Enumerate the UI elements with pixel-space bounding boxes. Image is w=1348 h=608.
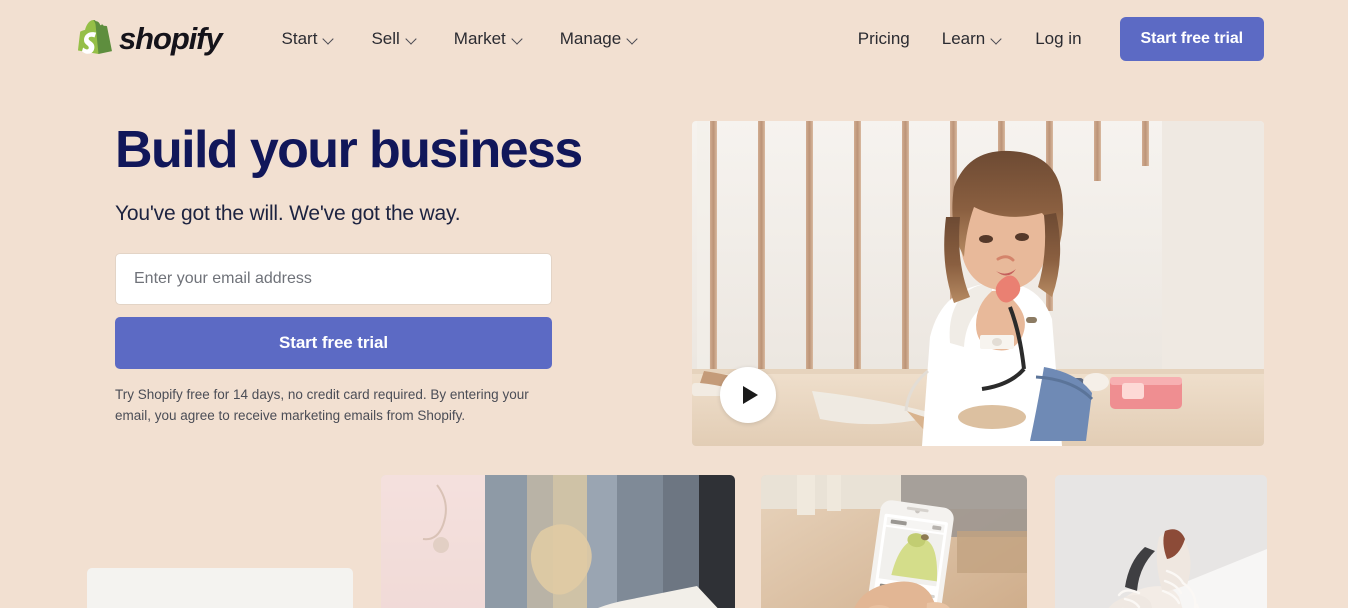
header-start-free-trial-button[interactable]: Start free trial bbox=[1119, 17, 1264, 61]
hero-video-thumbnail[interactable] bbox=[692, 121, 1264, 446]
hero-copy: Build your business You've got the will.… bbox=[115, 121, 585, 441]
chevron-down-icon bbox=[407, 34, 418, 45]
nav-item-label: Market bbox=[453, 29, 506, 48]
signup-form: Start free trial bbox=[115, 253, 552, 370]
nav-item-label: Manage bbox=[559, 29, 622, 48]
shopify-logo[interactable]: shopify bbox=[78, 19, 223, 59]
hero-section: Build your business You've got the will.… bbox=[0, 78, 1348, 468]
chevron-down-icon bbox=[992, 34, 1003, 45]
nav-item-sell[interactable]: Sell bbox=[353, 20, 435, 58]
email-input[interactable] bbox=[115, 253, 552, 306]
tablet-retail-card[interactable] bbox=[381, 475, 735, 608]
signup-disclaimer: Try Shopify free for 14 days, no credit … bbox=[115, 387, 529, 424]
play-icon bbox=[742, 386, 758, 404]
chevron-down-icon bbox=[324, 34, 335, 45]
nav-link-learn[interactable]: Learn bbox=[926, 20, 1019, 58]
hero-start-free-trial-button[interactable]: Start free trial bbox=[115, 317, 552, 370]
site-header: shopify Start Sell Market Manage Pricing… bbox=[0, 0, 1348, 78]
chevron-down-icon bbox=[513, 34, 524, 45]
nav-item-manage[interactable]: Manage bbox=[542, 20, 657, 58]
hero-subtitle: You've got the will. We've got the way. bbox=[115, 202, 461, 226]
nav-link-pricing[interactable]: Pricing bbox=[842, 20, 926, 58]
shopify-landing-page: shopify Start Sell Market Manage Pricing… bbox=[0, 0, 1348, 608]
page-title: Build your business bbox=[115, 121, 583, 179]
primary-navigation: Start Sell Market Manage bbox=[264, 20, 658, 58]
nav-link-label: Log in bbox=[1035, 29, 1082, 48]
nav-link-label: Pricing bbox=[857, 29, 910, 48]
brand-name: shopify bbox=[119, 21, 223, 56]
nav-item-start[interactable]: Start bbox=[264, 20, 354, 58]
chevron-down-icon bbox=[628, 34, 639, 45]
play-button[interactable] bbox=[720, 367, 776, 423]
phone-store-card[interactable] bbox=[761, 475, 1027, 608]
shoes-product-card[interactable] bbox=[1055, 475, 1267, 608]
nav-item-market[interactable]: Market bbox=[436, 20, 542, 58]
nav-item-label: Sell bbox=[371, 29, 400, 48]
shopify-bag-icon bbox=[78, 19, 112, 59]
nav-link-label: Learn bbox=[941, 29, 986, 48]
nav-link-login[interactable]: Log in bbox=[1019, 20, 1097, 58]
secondary-navigation: Pricing Learn Log in Start free trial bbox=[842, 17, 1264, 61]
coffee-flatlay-card[interactable] bbox=[87, 568, 353, 608]
nav-item-label: Start bbox=[281, 29, 318, 48]
